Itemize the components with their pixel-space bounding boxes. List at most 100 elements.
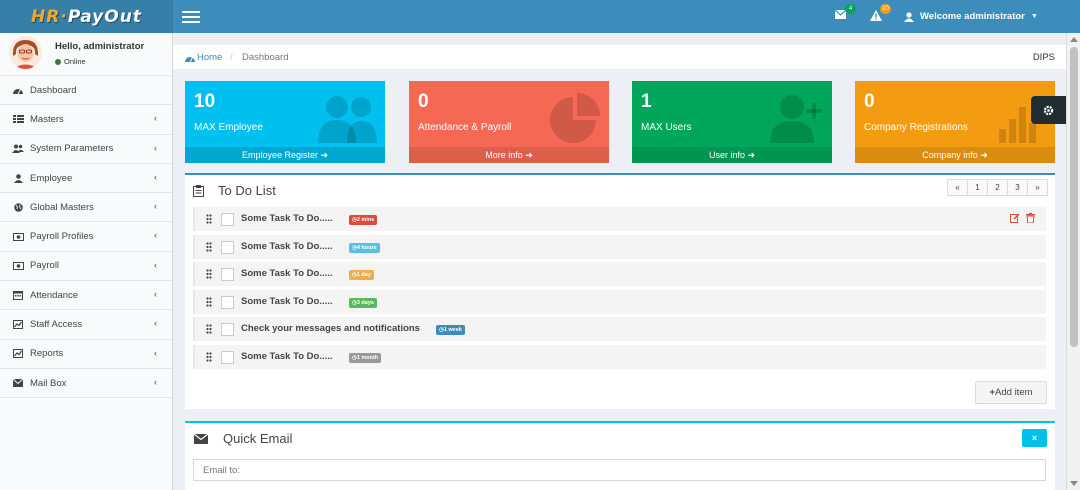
drag-handle-icon[interactable] [206,351,212,362]
breadcrumb-home-link[interactable]: Home [185,52,222,63]
todo-text: Some Task To Do..... [241,295,333,307]
sidebar-item-payroll-profiles[interactable]: Payroll Profiles ‹ [0,222,172,252]
messages-button[interactable]: 4 [834,4,856,22]
page-next-button[interactable]: » [1027,179,1048,196]
scroll-down-arrow-icon[interactable] [1070,481,1078,486]
notifications-badge: 10 [880,4,891,14]
todo-time-label: 1 month [356,354,379,361]
trash-icon[interactable] [1026,213,1035,223]
close-button[interactable]: × [1022,429,1047,447]
quick-email-box: Quick Email × [185,421,1055,490]
sidebar-item-label: Dashboard [30,84,77,96]
user-add-icon [770,95,822,143]
quick-email-title: Quick Email [194,431,292,446]
sidebar-item-masters[interactable]: Masters ‹ [0,105,172,135]
table-icon [12,114,24,124]
todo-title: To Do List [193,183,276,198]
todo-time-badge: ◷1 month [349,352,382,363]
drag-handle-icon[interactable] [206,241,212,252]
stat-footer-link[interactable]: Employee Register ➜ [185,147,385,163]
todo-item: Some Task To Do..... ◷4 hours [193,234,1046,259]
money-icon [12,232,24,242]
todo-item: Some Task To Do..... ◷3 days [193,289,1046,314]
drag-handle-icon[interactable] [206,269,212,279]
page-prev-button[interactable]: « [947,179,968,196]
todo-time-badge: ◷1 day [349,270,374,280]
stat-box-attendance-payroll: 0 Attendance & Payroll More info ➜ [409,81,609,163]
sidebar-item-system-parameters[interactable]: System Parameters ‹ [0,135,172,164]
stat-footer-link[interactable]: More info ➜ [409,147,609,163]
page-1-button[interactable]: 1 [967,179,988,196]
todo-text: Check your messages and notifications [241,323,420,334]
user-icon [904,11,914,22]
scroll-up-arrow-icon[interactable] [1070,37,1078,42]
todo-item: Some Task To Do..... ◷2 mins [193,207,1046,231]
todo-checkbox[interactable] [221,213,234,226]
stat-footer-label: Company info [922,150,978,160]
logo[interactable]: HR·PayOut [0,0,173,33]
sidebar: Hello, administrator Online Dashboard Ma… [0,33,173,490]
todo-checkbox[interactable] [221,295,234,309]
drag-handle-icon[interactable] [206,296,212,307]
chevron-left-icon: ‹ [154,201,157,212]
top-navbar: 4 10 Welcome administrator ▼ [173,0,1080,33]
quick-email-title-label: Quick Email [223,431,293,446]
todo-text: Some Task To Do..... [241,240,333,252]
drag-handle-icon[interactable] [206,324,212,334]
chevron-left-icon: ‹ [154,113,157,124]
stat-footer-link[interactable]: Company info ➜ [855,147,1055,163]
scrollbar-thumb[interactable] [1070,47,1078,347]
todo-checkbox[interactable] [221,240,234,254]
todo-checkbox[interactable] [221,268,234,281]
notifications-button[interactable]: 10 [870,4,891,22]
page-2-button[interactable]: 2 [987,179,1008,196]
sidebar-item-mail-box[interactable]: Mail Box ‹ [0,369,172,399]
add-item-button[interactable]: +Add item [975,381,1047,404]
todo-time-label: 4 hours [356,244,377,251]
sidebar-item-attendance[interactable]: Attendance ‹ [0,281,172,311]
sidebar-item-global-masters[interactable]: Global Masters ‹ [0,193,172,223]
user-icon [12,173,24,183]
stat-label: MAX Users [641,122,692,133]
drag-handle-icon[interactable] [206,214,212,224]
sidebar-item-staff-access[interactable]: Staff Access ‹ [0,310,172,340]
breadcrumb-current: Dashboard [242,52,289,63]
sidebar-item-label: Payroll Profiles [30,231,94,243]
stat-footer-label: More info [485,150,523,160]
todo-title-label: To Do List [218,183,276,198]
sidebar-item-payroll[interactable]: Payroll ‹ [0,252,172,282]
sidebar-item-reports[interactable]: Reports ‹ [0,340,172,369]
sidebar-item-label: Staff Access [30,319,83,331]
user-menu[interactable]: Welcome administrator ▼ [904,11,1038,22]
todo-item: Some Task To Do..... ◷1 day [193,262,1046,286]
sidebar-item-employee[interactable]: Employee ‹ [0,164,172,194]
globe-icon [12,202,24,212]
sidebar-item-label: Mail Box [30,377,67,389]
sidebar-toggle-button[interactable] [182,11,200,23]
todo-time-label: 2 mins [356,217,375,223]
user-status-label: Online [64,57,86,66]
settings-button[interactable] [1031,96,1066,124]
arrow-circle-right-icon: ➜ [747,150,756,160]
sidebar-item-label: Masters [30,113,64,125]
stat-box-employee: 10 MAX Employee Employee Register ➜ [185,81,385,163]
welcome-text: Welcome administrator [920,11,1025,22]
page-scrollbar[interactable] [1066,33,1080,490]
email-to-input[interactable] [193,459,1046,481]
edit-icon[interactable] [1010,213,1020,223]
todo-list-box: To Do List « 1 2 3 » Some Task To Do....… [185,173,1055,409]
todo-checkbox[interactable] [221,350,234,364]
sidebar-item-label: Reports [30,348,64,360]
chart-icon [12,320,24,330]
stat-footer-link[interactable]: User info ➜ [632,147,832,163]
sidebar-item-dashboard[interactable]: Dashboard [0,76,172,106]
chevron-left-icon: ‹ [154,347,157,358]
envelope-icon [834,9,847,19]
page-3-button[interactable]: 3 [1007,179,1028,196]
users-icon [12,144,24,154]
todo-item: Check your messages and notifications ◷1… [193,317,1046,341]
todo-checkbox[interactable] [221,323,234,336]
stat-box-company-registrations: 0 Company Registrations Company info ➜ [855,81,1055,163]
dashboard-icon [12,85,24,95]
todo-time-badge: ◷3 days [349,297,377,308]
